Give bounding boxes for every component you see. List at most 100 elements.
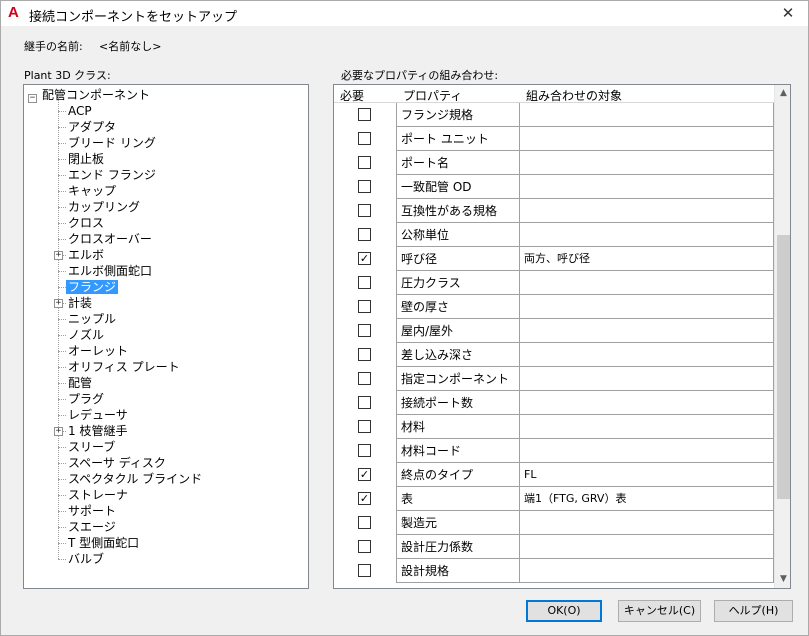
tree-item[interactable]: スペクタクル ブラインド xyxy=(66,471,204,487)
target-cell[interactable] xyxy=(520,175,774,199)
tree-item[interactable]: アダプタ xyxy=(66,119,118,135)
tree-item[interactable]: カップリング xyxy=(66,199,142,215)
grid-row[interactable]: 材料コード xyxy=(334,439,774,463)
required-checkbox[interactable] xyxy=(358,564,371,577)
required-checkbox[interactable] xyxy=(358,132,371,145)
required-checkbox[interactable] xyxy=(358,444,371,457)
grid-row[interactable]: 接続ポート数 xyxy=(334,391,774,415)
tree-item[interactable]: サポート xyxy=(66,503,118,519)
tree-item[interactable]: フランジ xyxy=(66,279,119,295)
header-target[interactable]: 組み合わせの対象 xyxy=(526,87,622,104)
required-checkbox[interactable] xyxy=(358,540,371,553)
tree-item[interactable]: ACP xyxy=(66,103,94,119)
scroll-up-icon[interactable]: ▲ xyxy=(775,85,790,102)
target-cell[interactable] xyxy=(520,271,774,295)
target-cell[interactable]: 両方、呼び径 xyxy=(520,247,774,271)
required-checkbox[interactable] xyxy=(358,516,371,529)
grid-row[interactable]: 屋内/屋外 xyxy=(334,319,774,343)
required-checkbox[interactable] xyxy=(358,372,371,385)
collapse-icon[interactable]: − xyxy=(28,94,37,103)
tree-item[interactable]: 配管 xyxy=(66,375,94,391)
required-checkbox[interactable] xyxy=(358,204,371,217)
header-property[interactable]: プロパティ xyxy=(403,87,462,104)
expand-icon[interactable]: + xyxy=(54,251,63,260)
grid-row[interactable]: 圧力クラス xyxy=(334,271,774,295)
tree-item[interactable]: クロスオーバー xyxy=(66,231,154,247)
grid-row[interactable]: ✓ 呼び径 両方、呼び径 xyxy=(334,247,774,271)
target-cell[interactable] xyxy=(520,511,774,535)
required-checkbox[interactable] xyxy=(358,156,371,169)
grid-row[interactable]: 差し込み深さ xyxy=(334,343,774,367)
required-checkbox[interactable] xyxy=(358,180,371,193)
grid-row[interactable]: 製造元 xyxy=(334,511,774,535)
target-cell[interactable] xyxy=(520,439,774,463)
grid-row[interactable]: 設計圧力係数 xyxy=(334,535,774,559)
tree-item[interactable]: バルブ xyxy=(66,551,106,567)
target-cell[interactable] xyxy=(520,415,774,439)
tree-root-item[interactable]: − 配管コンポーネント xyxy=(28,87,152,103)
ok-button[interactable]: OK(O) xyxy=(526,600,602,622)
grid-row[interactable]: ポート ユニット xyxy=(334,127,774,151)
tree-item[interactable]: エンド フランジ xyxy=(66,167,158,183)
class-tree[interactable]: − 配管コンポーネント ACP アダプタ ブリード リング 閉止板 エンド フランジ キャッ… xyxy=(23,84,309,589)
target-cell[interactable] xyxy=(520,223,774,247)
grid-row[interactable]: 設計規格 xyxy=(334,559,774,583)
target-cell[interactable] xyxy=(520,367,774,391)
grid-row[interactable]: ポート名 xyxy=(334,151,774,175)
header-required[interactable]: 必要 xyxy=(340,87,364,104)
target-cell[interactable] xyxy=(520,127,774,151)
target-cell[interactable] xyxy=(520,343,774,367)
tree-item[interactable]: オリフィス プレート xyxy=(66,359,182,375)
grid-row[interactable]: 公称単位 xyxy=(334,223,774,247)
required-checkbox[interactable]: ✓ xyxy=(358,492,371,505)
required-checkbox[interactable] xyxy=(358,396,371,409)
target-cell[interactable] xyxy=(520,319,774,343)
tree-item[interactable]: スペーサ ディスク xyxy=(66,455,168,471)
tree-item[interactable]: ブリード リング xyxy=(66,135,158,151)
target-cell[interactable] xyxy=(520,199,774,223)
required-checkbox[interactable] xyxy=(358,324,371,337)
required-checkbox[interactable]: ✓ xyxy=(358,252,371,265)
expand-icon[interactable]: + xyxy=(54,299,63,308)
tree-item[interactable]: オーレット xyxy=(66,343,130,359)
required-checkbox[interactable] xyxy=(358,420,371,433)
tree-item[interactable]: 計装 xyxy=(66,295,94,311)
grid-row[interactable]: フランジ規格 xyxy=(334,103,774,127)
target-cell[interactable]: 端1（FTG, GRV）表 xyxy=(520,487,774,511)
target-cell[interactable] xyxy=(520,151,774,175)
help-button[interactable]: ヘルプ(H) xyxy=(714,600,793,622)
target-cell[interactable] xyxy=(520,295,774,319)
tree-item[interactable]: スリーブ xyxy=(66,439,117,455)
target-cell[interactable] xyxy=(520,391,774,415)
target-cell[interactable] xyxy=(520,535,774,559)
grid-row[interactable]: ✓ 表端1（FTG, GRV）表 xyxy=(334,487,774,511)
required-checkbox[interactable] xyxy=(358,108,371,121)
tree-item[interactable]: エルボ側面蛇口 xyxy=(66,263,154,279)
tree-item[interactable]: レデューサ xyxy=(66,407,130,423)
grid-row[interactable]: 互換性がある規格 xyxy=(334,199,774,223)
required-checkbox[interactable] xyxy=(358,348,371,361)
required-checkbox[interactable] xyxy=(358,228,371,241)
tree-item[interactable]: 1 枝管継手 xyxy=(66,423,129,439)
tree-item[interactable]: エルボ xyxy=(66,247,106,263)
tree-item[interactable]: ストレーナ xyxy=(66,487,130,503)
tree-item[interactable]: ニップル xyxy=(66,311,118,327)
grid-row[interactable]: 指定コンポーネント xyxy=(334,367,774,391)
grid-row[interactable]: 一致配管 OD xyxy=(334,175,774,199)
tree-item[interactable]: ノズル xyxy=(66,327,106,343)
tree-item[interactable]: キャップ xyxy=(66,183,118,199)
grid-row[interactable]: ✓ 終点のタイプ FL xyxy=(334,463,774,487)
tree-item[interactable]: スエージ xyxy=(66,519,118,535)
tree-item[interactable]: クロス xyxy=(66,215,106,231)
required-checkbox[interactable] xyxy=(358,276,371,289)
required-checkbox[interactable]: ✓ xyxy=(358,468,371,481)
tree-item[interactable]: プラグ xyxy=(66,391,106,407)
target-cell[interactable]: FL xyxy=(520,463,774,487)
required-checkbox[interactable] xyxy=(358,300,371,313)
grid-row[interactable]: 壁の厚さ xyxy=(334,295,774,319)
target-cell[interactable] xyxy=(520,103,774,127)
scroll-down-icon[interactable]: ▼ xyxy=(775,571,790,588)
tree-item[interactable]: 閉止板 xyxy=(66,151,106,167)
grid-scrollbar[interactable]: ▲ ▼ xyxy=(774,85,790,588)
scroll-thumb[interactable] xyxy=(777,235,790,499)
